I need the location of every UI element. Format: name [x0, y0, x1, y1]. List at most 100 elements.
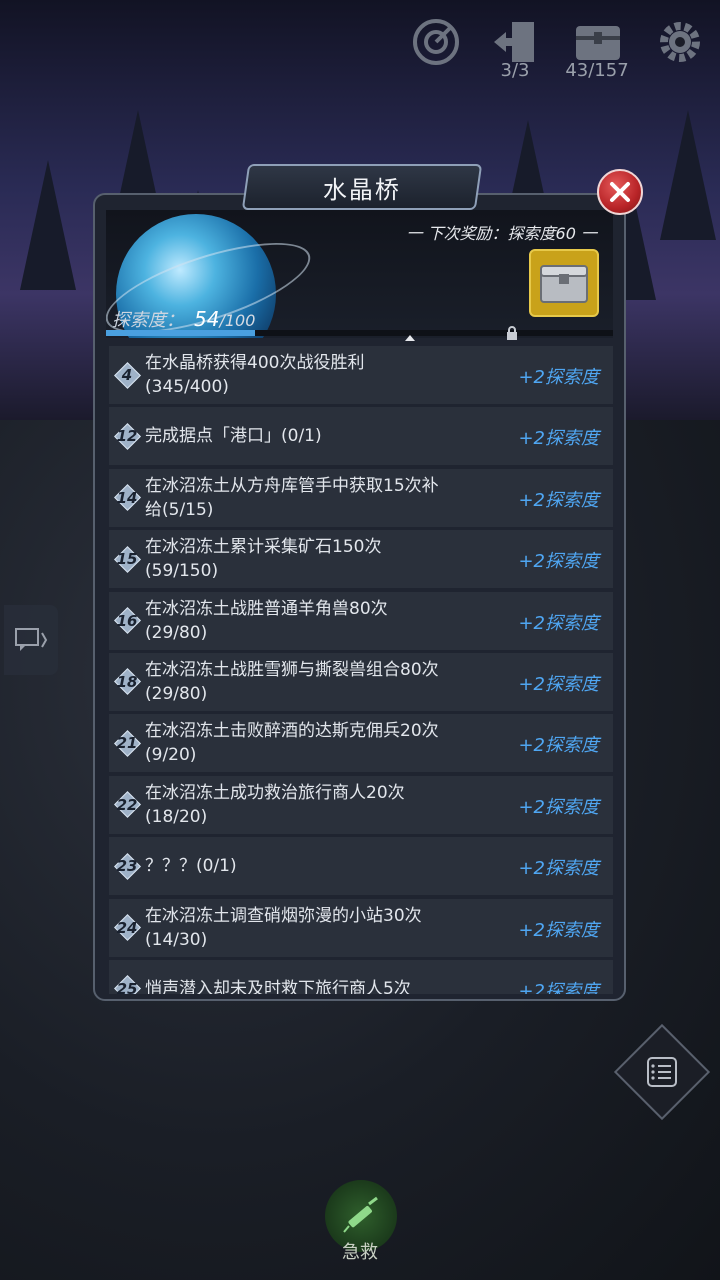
quest-description: 在冰沼冻土累计采集矿石150次 (59/150): [145, 535, 475, 583]
quest-description: 在冰沼冻土调查硝烟弥漫的小站30次 (14/30): [145, 904, 475, 952]
quest-reward: +2探索度: [518, 919, 599, 941]
quest-text-line2: (29/80): [145, 622, 208, 643]
quest-description: 在水晶桥获得400次战役胜利 (345/400): [145, 351, 475, 399]
quest-reward: +2探索度: [518, 980, 599, 994]
quest-row[interactable]: 22 在冰沼冻土成功救治旅行商人20次 (18/20) +2探索度: [109, 775, 613, 834]
quest-text-line2: (59/150): [145, 561, 219, 582]
pine-tree: [20, 160, 76, 290]
quest-reward: +2探索度: [518, 796, 599, 818]
settings-button[interactable]: [648, 10, 712, 74]
quest-text-line2: (29/80): [145, 683, 208, 704]
task-list-icon: [647, 1057, 677, 1087]
quest-number-badge: 16: [115, 609, 139, 633]
quest-reward: +2探索度: [518, 858, 599, 880]
quest-reward: +2探索度: [518, 367, 599, 388]
quest-text-line2: (18/20): [145, 806, 208, 827]
quest-row[interactable]: 12 完成据点「港口」(0/1) +2探索度: [109, 407, 613, 466]
chat-icon: [15, 628, 48, 651]
explore-progress-fill: [106, 330, 256, 336]
quest-number-badge: 24: [115, 916, 139, 940]
quest-row[interactable]: 4 在水晶桥获得400次战役胜利 (345/400) +2探索度: [109, 346, 613, 404]
quest-reward: +2探索度: [518, 551, 599, 573]
supply-crate-icon: [540, 265, 588, 303]
quest-row[interactable]: 24 在冰沼冻土调查硝烟弥漫的小站30次 (14/30) +2探索度: [109, 898, 613, 957]
explore-max: /100: [219, 311, 256, 330]
quest-number: 12: [116, 427, 138, 446]
quest-number-badge: 15: [115, 547, 139, 571]
radar-button[interactable]: [404, 10, 468, 74]
quest-number-badge: 12: [115, 424, 139, 448]
chat-tab[interactable]: [4, 605, 58, 675]
dialog-title: 水晶桥: [323, 175, 401, 204]
quest-text-line1: ？？？(0/1): [145, 856, 237, 877]
quest-text-line1: 在水晶桥获得400次战役胜利: [145, 353, 365, 373]
quest-number-badge: 23: [115, 854, 139, 878]
quest-reward: +2探索度: [518, 428, 599, 450]
quest-row[interactable]: 16 在冰沼冻土战胜普通羊角兽80次 (29/80) +2探索度: [109, 591, 613, 650]
quest-text-line1: 完成据点「港口」(0/1): [145, 426, 322, 447]
quest-number: 4: [121, 366, 133, 384]
explore-progress-bar: [106, 330, 613, 336]
quest-reward: +2探索度: [518, 735, 599, 757]
quest-description: ？？？(0/1): [145, 854, 475, 878]
quest-number-badge: 25: [115, 977, 139, 994]
quest-row[interactable]: 23 ？？？(0/1) +2探索度: [109, 837, 613, 896]
quest-row[interactable]: 15 在冰沼冻土累计采集矿石150次 (59/150) +2探索度: [109, 530, 613, 589]
gear-icon: [660, 22, 700, 62]
quest-reward: +2探索度: [518, 612, 599, 634]
quest-number-badge: 18: [115, 670, 139, 694]
quest-number: 15: [116, 550, 138, 569]
quest-description: 悄声潜入却未及时救下旅行商人5次: [145, 977, 475, 994]
quest-number: 24: [116, 918, 138, 937]
reward-chest[interactable]: [529, 249, 599, 317]
quest-description: 在冰沼冻土战胜雪狮与撕裂兽组合80次 (29/80): [145, 658, 475, 706]
quest-text-line1: 在冰沼冻土成功救治旅行商人20次: [145, 782, 405, 803]
chest-count: 43/157: [565, 60, 629, 81]
quest-text-line1: 在冰沼冻土调查硝烟弥漫的小站30次: [145, 905, 422, 926]
next-reward-marker: [405, 335, 415, 341]
quest-description: 在冰沼冻土从方舟库管手中获取15次补 给(5/15): [145, 474, 475, 522]
quest-text-line1: 在冰沼冻土战胜普通羊角兽80次: [145, 598, 388, 619]
next-reward-text: 一 下次奖励：探索度60 一: [406, 224, 597, 243]
rescue-label: 急救: [342, 1242, 378, 1263]
quest-text-line1: 在冰沼冻土累计采集矿石150次: [145, 537, 382, 558]
quest-reward: +2探索度: [518, 489, 599, 511]
quest-text-line1: 在冰沼冻土战胜雪狮与撕裂兽组合80次: [145, 659, 439, 680]
quest-number: 25: [116, 979, 138, 994]
quest-row[interactable]: 18 在冰沼冻土战胜雪狮与撕裂兽组合80次 (29/80) +2探索度: [109, 652, 613, 711]
quest-row[interactable]: 21 在冰沼冻土击败醉酒的达斯克佣兵20次 (9/20) +2探索度: [109, 714, 613, 773]
close-icon: [610, 182, 630, 202]
quest-number-badge: 22: [115, 793, 139, 817]
close-button[interactable]: [597, 169, 643, 215]
quest-number-badge: 14: [115, 486, 139, 510]
dialog-title-plate: 水晶桥: [241, 164, 483, 210]
quest-text-line1: 在冰沼冻土从方舟库管手中获取15次补: [145, 475, 439, 496]
quest-reward: +2探索度: [518, 673, 599, 695]
exit-count: 3/3: [500, 60, 530, 81]
explore-progress-text: 探索度： 54/100: [112, 306, 255, 332]
quest-text-line1: 在冰沼冻土击败醉酒的达斯克佣兵20次: [145, 721, 439, 742]
quest-description: 在冰沼冻土成功救治旅行商人20次 (18/20): [145, 781, 475, 829]
quest-row[interactable]: 25 悄声潜入却未及时救下旅行商人5次 +2探索度: [109, 959, 613, 994]
quest-description: 完成据点「港口」(0/1): [145, 424, 475, 448]
quest-list[interactable]: 4 在水晶桥获得400次战役胜利 (345/400) +2探索度 12 完成据点「港口」(…: [109, 346, 613, 994]
quest-text-line2: 给(5/15): [145, 499, 214, 520]
quest-text-line2: (14/30): [145, 929, 208, 950]
quest-number-badge: 4: [115, 363, 139, 387]
explore-current: 54: [194, 307, 220, 331]
region-banner: 一 下次奖励：探索度60 一 探索度： 54/100: [106, 210, 613, 338]
quest-text-line1: 悄声潜入却未及时救下旅行商人5次: [145, 978, 411, 994]
quest-description: 在冰沼冻土击败醉酒的达斯克佣兵20次 (9/20): [145, 719, 475, 767]
pine-tree: [660, 110, 716, 240]
quest-text-line2: (9/20): [145, 745, 197, 766]
quest-number: 23: [116, 857, 138, 876]
quest-row[interactable]: 14 在冰沼冻土从方舟库管手中获取15次补 给(5/15) +2探索度: [109, 468, 613, 527]
syringe-icon: [343, 1196, 378, 1233]
quest-number-badge: 21: [115, 731, 139, 755]
quest-number: 22: [116, 795, 138, 814]
lock-icon: [507, 326, 517, 340]
quest-number: 18: [116, 672, 138, 691]
quest-description: 在冰沼冻土战胜普通羊角兽80次 (29/80): [145, 597, 475, 645]
explore-label: 探索度：: [112, 310, 184, 331]
quest-number: 14: [116, 488, 138, 507]
